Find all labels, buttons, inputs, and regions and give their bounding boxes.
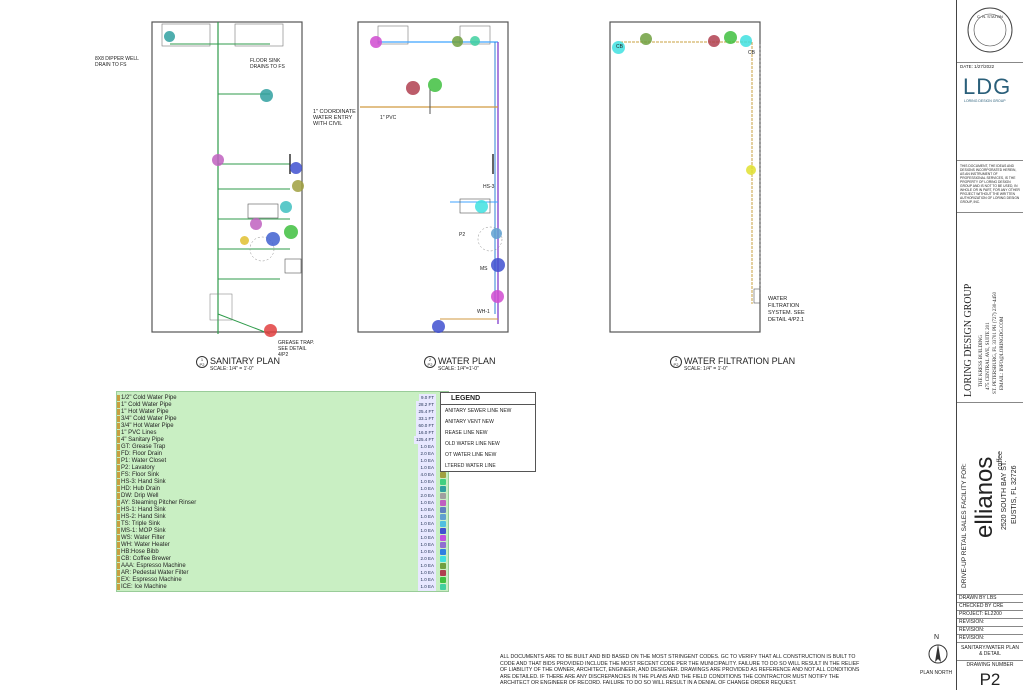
fixture-marker	[475, 200, 488, 213]
fixture-marker	[708, 35, 720, 47]
label-wh: WH-1	[477, 309, 490, 315]
client-street: 2520 SOUTH BAY ST.	[1001, 460, 1008, 530]
water-plan-drawing	[357, 21, 509, 333]
drawing-number: P2	[979, 670, 1001, 689]
takeoff-item-name: ICE: Ice Machine	[121, 584, 167, 590]
fixture-marker	[250, 218, 262, 230]
fixture-marker	[428, 78, 442, 92]
firm-addr3: ST. PETERSBURG, FL 33701 PH (727) 230-44…	[993, 292, 998, 394]
client-logo: ellianos	[971, 456, 998, 538]
firm-cell: LORING DESIGN GROUP THE KRESS BUILDING 4…	[957, 212, 1023, 403]
general-note: ALL DOCUMENTS ARE TO BE BUILT AND BID BA…	[500, 654, 860, 687]
firm-name: LORING DESIGN GROUP	[963, 283, 974, 397]
note-grease-trap: GREASE TRAP. SEE DETAIL 4/P2	[278, 340, 315, 358]
fixture-marker	[290, 162, 302, 174]
fixture-marker	[432, 320, 445, 333]
grease-trap-marker	[264, 324, 277, 337]
fixture-marker	[491, 258, 505, 272]
fixture-marker	[491, 290, 504, 303]
fixture-marker	[266, 232, 280, 246]
fixture-marker	[640, 33, 652, 45]
fixture-marker	[240, 236, 249, 245]
fixture-marker	[452, 36, 463, 47]
fixture-marker	[292, 180, 304, 192]
fixture-marker	[470, 36, 480, 46]
label-cb-right: CB	[748, 50, 755, 56]
fixture-marker	[284, 225, 298, 239]
drawing-number-label: DRAWING NUMBER	[966, 662, 1014, 668]
revision-row: REVISION:	[959, 627, 985, 633]
legend-item: ANITARY VENT NEW	[445, 419, 494, 425]
fixture-marker	[406, 81, 420, 95]
ldg-logo: LDG	[963, 74, 1012, 99]
fixture-marker	[740, 35, 752, 47]
legend-item: OLD WATER LINE NEW	[445, 441, 500, 447]
firm-addr2: 475 CENTRAL AVE, SUITE 201	[986, 322, 991, 390]
legend-item: LTERED WATER LINE	[445, 463, 496, 469]
disclaimer: THIS DOCUMENT, THE IDEAS AND DESIGNS INC…	[960, 164, 1020, 204]
note-dipper-drain: 8X8 DIPPER WELL DRAIN TO FS	[95, 56, 139, 68]
fixture-marker	[164, 31, 175, 42]
label-cb-left: CB	[616, 44, 623, 50]
seal-name: C. N. STATON	[977, 14, 1003, 19]
plan-scale-sanitary: SCALE: 1/4" = 1'-0"	[210, 366, 254, 372]
plan-title-water: WATER PLAN	[438, 356, 496, 366]
takeoff-item-qty: 1.0 EA	[418, 583, 436, 591]
note-floor-sink: FLOOR SINK DRAINS TO FS	[250, 58, 285, 70]
label-ms: MS	[480, 266, 488, 272]
fixture-marker	[280, 201, 292, 213]
north-arrow-icon	[928, 644, 948, 664]
filtration-plan-drawing	[609, 21, 761, 333]
takeoff-table: 1/2" Cold Water Pipe 9.0 FT 1" Cold Water …	[116, 391, 449, 592]
plan-scale-water: SCALE: 1/4"=1'-0"	[438, 366, 479, 372]
fixture-marker	[260, 89, 273, 102]
disclaimer-cell: THIS DOCUMENT, THE IDEAS AND DESIGNS INC…	[957, 160, 1023, 213]
project-description: DRIVE-UP RETAIL SALES FACILITY FOR:	[961, 463, 968, 588]
sheet-title: SANITARY/WATER PLAN & DETAIL	[961, 645, 1019, 657]
fixture-marker	[746, 165, 756, 175]
north-label: PLAN NORTH	[920, 670, 953, 676]
firm-email: EMAIL: INFO@LORINGDG.COM	[1000, 316, 1005, 391]
north-letter: N	[934, 634, 940, 641]
takeoff-row: ICE: Ice Machine 1.0 EA	[117, 583, 448, 591]
plan-number-badge: 2 P2	[424, 356, 436, 368]
seal-cell: C. N. STATON	[957, 0, 1023, 63]
checked-by: CHECKED BY CRE	[959, 603, 1004, 609]
revision-row: REVISION:	[959, 635, 985, 641]
note-water-entry: 1" COORDINATE WATER ENTRY WITH CIVIL	[313, 109, 356, 127]
legend: LEGEND ANITARY SEWER LINE NEW ANITARY VE…	[440, 392, 536, 472]
label-hs3: HS-3	[483, 184, 495, 190]
logo-cell: LDG LORING DESIGN GROUP	[957, 62, 1023, 161]
plan-title-sanitary: SANITARY PLAN	[210, 356, 281, 366]
legend-item: OT WATER LINE NEW	[445, 452, 497, 458]
fixture-marker	[212, 154, 224, 166]
note-filtration-system: WATER FILTRATION SYSTEM. SEE DETAIL 4/P2…	[768, 296, 805, 323]
legend-item: REASE LINE NEW	[445, 430, 488, 436]
plan-number-badge: 3 P2	[670, 356, 682, 368]
note-pvc: 1" PVC	[380, 115, 397, 121]
plan-scale-filtration: SCALE: 1/4" = 1'-0"	[684, 366, 728, 372]
revision-row: REVISION:	[959, 619, 985, 625]
project-number: PROJECT: EL2200	[959, 611, 1002, 617]
legend-item: ANITARY SEWER LINE NEW	[445, 408, 512, 414]
fixture-marker	[370, 36, 382, 48]
row-marker	[117, 584, 120, 590]
firm-addr1: THE KRESS BUILDING	[979, 335, 984, 387]
label-p2: P2	[459, 232, 466, 238]
legend-title: LEGEND	[451, 395, 481, 402]
fixture-marker	[724, 31, 737, 44]
client-city: EUSTIS, FL 32726	[1011, 465, 1018, 525]
project-cell: DRIVE-UP RETAIL SALES FACILITY FOR: elli…	[957, 402, 1023, 595]
drawn-by: DRAWN BY LBS	[959, 595, 997, 601]
plan-number-badge: 1 P2	[196, 356, 208, 368]
fixture-marker	[491, 228, 502, 239]
takeoff-color-swatch	[440, 584, 446, 590]
ldg-logo-sub: LORING DESIGN GROUP	[964, 99, 1006, 103]
title-block: C. N. STATON DATE: 1/27/2022 LDG LORING …	[956, 0, 1023, 690]
plan-title-filtration: WATER FILTRATION PLAN	[684, 356, 796, 366]
